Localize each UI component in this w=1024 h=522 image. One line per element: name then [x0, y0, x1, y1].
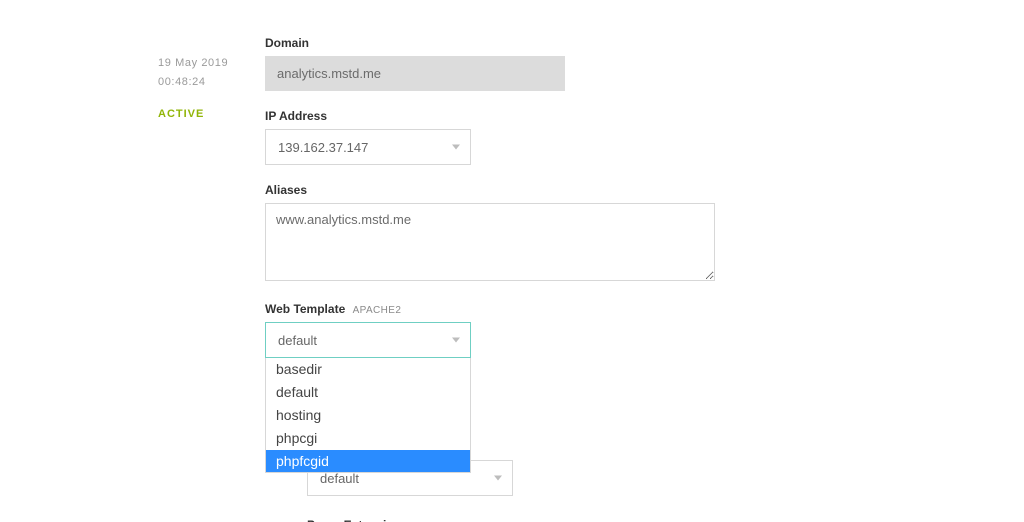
web-template-label: Web Template APACHE2 — [265, 302, 785, 316]
ip-label: IP Address — [265, 109, 785, 123]
chevron-down-icon — [452, 145, 460, 150]
chevron-down-icon — [494, 476, 502, 481]
web-template-option[interactable]: hosting — [266, 404, 470, 427]
created-time: 00:48:24 — [158, 73, 248, 92]
domain-edit-form: Domain analytics.mstd.me IP Address 139.… — [265, 36, 785, 522]
ip-select[interactable]: 139.162.37.147 — [265, 129, 471, 165]
web-template-option[interactable]: phpcgi — [266, 427, 470, 450]
domain-label: Domain — [265, 36, 785, 50]
proxy-ext-label: Proxy Extensions — [307, 518, 785, 522]
domain-field: analytics.mstd.me — [265, 56, 565, 91]
status-badge: ACTIVE — [158, 105, 248, 124]
web-template-sublabel: APACHE2 — [353, 305, 402, 316]
aliases-textarea[interactable] — [265, 203, 715, 281]
web-template-option[interactable]: default — [266, 381, 470, 404]
web-template-dropdown[interactable]: basedirdefaulthostingphpcgiphpfcgid — [265, 358, 471, 473]
web-template-option[interactable]: phpfcgid — [266, 450, 470, 473]
chevron-down-icon — [452, 338, 460, 343]
web-template-option[interactable]: basedir — [266, 358, 470, 381]
ip-select-value: 139.162.37.147 — [278, 140, 368, 155]
meta-sidebar: 19 May 2019 00:48:24 ACTIVE — [158, 54, 248, 124]
created-date: 19 May 2019 — [158, 54, 248, 73]
web-template-select[interactable]: default — [265, 322, 471, 358]
web-template-value: default — [278, 333, 317, 348]
aliases-label: Aliases — [265, 183, 785, 197]
